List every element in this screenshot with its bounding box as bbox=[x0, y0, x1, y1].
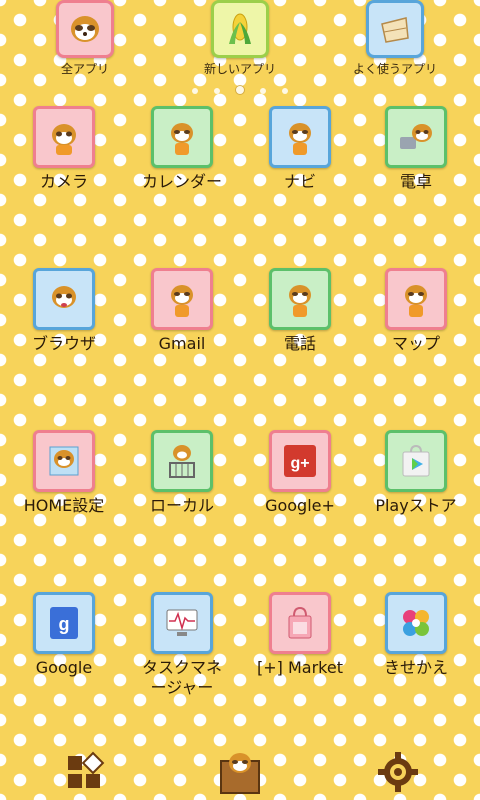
app-navi[interactable]: ナビ bbox=[240, 106, 360, 192]
app-label: マップ bbox=[391, 334, 440, 353]
gear-icon bbox=[378, 752, 418, 792]
app-label: ブラウザ bbox=[31, 334, 96, 353]
app-label: HOME設定 bbox=[23, 496, 105, 515]
app-label: Playストア bbox=[375, 496, 457, 515]
app-browser[interactable]: ブラウザ bbox=[4, 268, 124, 354]
settings-button[interactable] bbox=[370, 744, 426, 800]
raccoon-navi-icon bbox=[269, 106, 331, 168]
raccoon-phone-icon bbox=[269, 268, 331, 330]
app-label: ローカル bbox=[149, 496, 214, 515]
app-label: きせかえ bbox=[383, 658, 448, 677]
svg-text:g: g bbox=[59, 614, 70, 634]
raccoon-camera-icon bbox=[33, 106, 95, 168]
google-plus-icon: g+ bbox=[269, 430, 331, 492]
svg-text:g+: g+ bbox=[290, 455, 309, 472]
app-label: 電話 bbox=[283, 334, 316, 353]
app-label: Gmail bbox=[158, 334, 206, 353]
app-play-store[interactable]: Playストア bbox=[356, 430, 476, 516]
raccoon-gmail-icon bbox=[151, 268, 213, 330]
raccoon-map-icon bbox=[385, 268, 447, 330]
grid-icon bbox=[68, 751, 105, 788]
app-label: タスクマネージャー bbox=[141, 658, 222, 697]
play-store-icon bbox=[385, 430, 447, 492]
google-search-icon: g bbox=[33, 592, 95, 654]
raccoon-local-icon bbox=[151, 430, 213, 492]
app-market[interactable]: [+] Market bbox=[240, 592, 360, 678]
app-label: Google bbox=[35, 658, 93, 677]
market-bag-icon bbox=[269, 592, 331, 654]
app-google[interactable]: g Google bbox=[4, 592, 124, 678]
raccoon-box-icon bbox=[220, 753, 260, 794]
app-map[interactable]: マップ bbox=[356, 268, 476, 354]
app-kisekae[interactable]: きせかえ bbox=[356, 592, 476, 678]
home-raccoon-button[interactable] bbox=[212, 744, 268, 800]
app-label: ナビ bbox=[283, 172, 316, 191]
raccoon-calendar-icon bbox=[151, 106, 213, 168]
app-home-settings[interactable]: HOME設定 bbox=[4, 430, 124, 516]
app-camera[interactable]: カメラ bbox=[4, 106, 124, 192]
raccoon-browser-icon bbox=[33, 268, 95, 330]
kisekae-icon bbox=[385, 592, 447, 654]
app-calculator[interactable]: 電卓 bbox=[356, 106, 476, 192]
app-label: カメラ bbox=[39, 172, 88, 191]
app-label: [+] Market bbox=[257, 658, 343, 677]
app-task-manager[interactable]: タスクマネージャー bbox=[122, 592, 242, 698]
app-label: 電卓 bbox=[399, 172, 432, 191]
app-google-plus[interactable]: g+ Google+ bbox=[240, 430, 360, 516]
app-local[interactable]: ローカル bbox=[122, 430, 242, 516]
app-phone[interactable]: 電話 bbox=[240, 268, 360, 354]
app-gmail[interactable]: Gmail bbox=[122, 268, 242, 354]
raccoon-home-settings-icon bbox=[33, 430, 95, 492]
task-manager-icon bbox=[151, 592, 213, 654]
app-grid: カメラ カレンダー ナビ 電卓 ブラウザ Gmail 電話 マップ HOME設定… bbox=[0, 0, 480, 800]
dock bbox=[0, 740, 480, 800]
app-label: Google+ bbox=[265, 496, 335, 515]
raccoon-calculator-icon bbox=[385, 106, 447, 168]
app-calendar[interactable]: カレンダー bbox=[122, 106, 242, 192]
app-label: カレンダー bbox=[141, 172, 222, 191]
app-drawer-button[interactable] bbox=[58, 744, 114, 800]
